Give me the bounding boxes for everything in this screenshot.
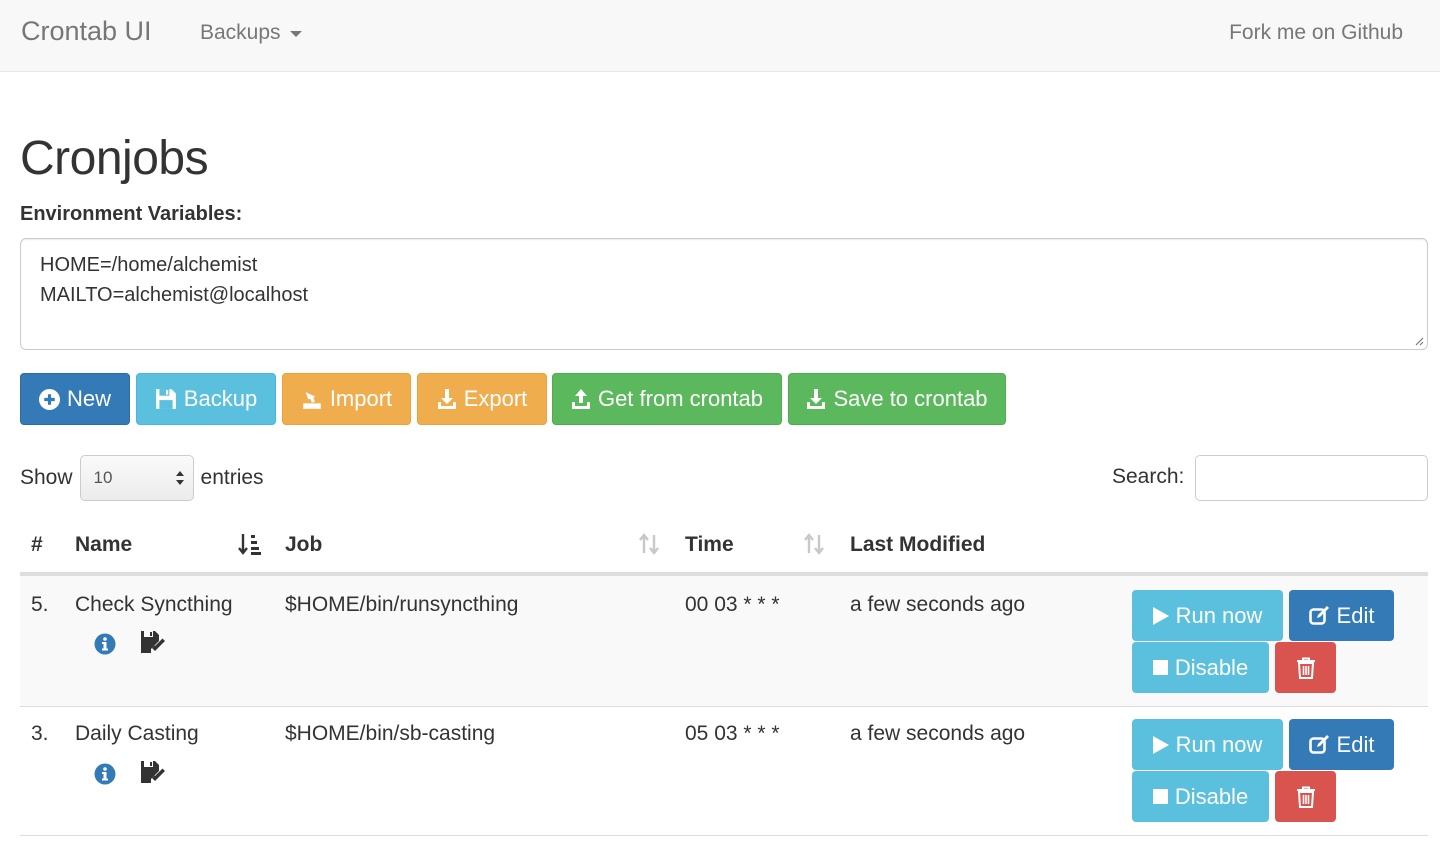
trash-icon [1296, 657, 1315, 679]
get-from-crontab-label: Get from crontab [597, 386, 764, 411]
export-button[interactable]: Export [417, 373, 547, 425]
entries-select-value: 10 [93, 468, 113, 487]
download-icon [437, 389, 456, 409]
search-input[interactable] [1195, 455, 1428, 501]
column-header-number: # [31, 533, 43, 556]
run-now-label: Run now [1175, 731, 1263, 757]
entries-label: entries [200, 466, 264, 489]
download-icon [807, 389, 826, 409]
page-title: Cronjobs [20, 132, 209, 185]
search-label: Search: [1112, 465, 1185, 488]
row-time: 05 03 * * * [685, 722, 780, 745]
sort-both-icon[interactable] [638, 532, 660, 556]
row-time: 00 03 * * * [685, 593, 780, 616]
backup-button-label: Backup [183, 386, 258, 411]
import-icon [303, 392, 321, 409]
edit-icon [1308, 606, 1329, 625]
upload-icon [571, 389, 590, 409]
run-now-label: Run now [1175, 602, 1263, 628]
brand-link[interactable]: Crontab UI [21, 16, 152, 47]
env-variables-textarea[interactable]: HOME=/home/alchemist MAILTO=alchemist@lo… [20, 238, 1428, 350]
floppy-disk-icon [155, 389, 176, 409]
fork-github-link[interactable]: Fork me on Github [1229, 21, 1403, 45]
edit-button[interactable]: Edit [1289, 590, 1394, 641]
disable-button[interactable]: Disable [1132, 771, 1269, 822]
play-icon [1152, 735, 1169, 754]
save-to-crontab-button[interactable]: Save to crontab [788, 373, 1006, 425]
save-log-icon[interactable] [140, 760, 166, 784]
entries-length-control: Show 10 entries [20, 455, 264, 501]
edit-label: Edit [1336, 602, 1375, 628]
caret-down-icon [289, 31, 302, 37]
column-header-job[interactable]: Job [285, 533, 322, 557]
env-line: HOME=/home/alchemist [40, 254, 258, 276]
resize-grip-icon[interactable] [1414, 336, 1424, 346]
backups-dropdown-label: Backups [200, 21, 281, 44]
row-divider [20, 835, 1428, 836]
save-log-icon[interactable] [140, 630, 166, 654]
row-last-modified: a few seconds ago [850, 593, 1026, 616]
delete-button[interactable] [1275, 771, 1336, 822]
new-button-label: New [66, 386, 111, 411]
run-now-button[interactable]: Run now [1132, 719, 1283, 770]
play-icon [1152, 606, 1169, 625]
import-button[interactable]: Import [282, 373, 411, 425]
info-icon[interactable] [94, 633, 116, 655]
row-job: $HOME/bin/sb-casting [285, 722, 496, 745]
import-button-label: Import [329, 386, 393, 411]
disable-button[interactable]: Disable [1132, 642, 1269, 693]
env-line: MAILTO=alchemist@localhost [40, 284, 308, 306]
trash-icon [1296, 786, 1315, 808]
edit-button[interactable]: Edit [1289, 719, 1394, 770]
backups-dropdown[interactable]: Backups [200, 21, 302, 45]
row-last-modified: a few seconds ago [850, 722, 1026, 745]
row-number: 3. [31, 722, 49, 745]
env-variables-label: Environment Variables: [20, 203, 243, 225]
disable-label: Disable [1174, 654, 1249, 680]
navbar: Crontab UI Backups Fork me on Github [0, 0, 1440, 72]
edit-icon [1308, 735, 1329, 754]
column-header-name[interactable]: Name [75, 533, 132, 557]
column-header-last-modified: Last Modified [850, 533, 986, 556]
plus-circle-icon [38, 388, 60, 410]
row-number: 5. [31, 593, 49, 616]
backup-button[interactable]: Backup [136, 373, 276, 425]
disable-label: Disable [1174, 783, 1249, 809]
row-name: Daily Casting [75, 722, 199, 745]
entries-select[interactable]: 10 [79, 455, 194, 501]
column-header-time[interactable]: Time [685, 533, 734, 557]
select-arrows-icon [175, 471, 184, 485]
export-button-label: Export [463, 386, 528, 411]
run-now-button[interactable]: Run now [1132, 590, 1283, 641]
row-name: Check Syncthing [75, 593, 233, 616]
new-button[interactable]: New [20, 373, 130, 425]
info-icon[interactable] [94, 763, 116, 785]
edit-label: Edit [1336, 731, 1375, 757]
stop-icon [1152, 789, 1168, 804]
get-from-crontab-button[interactable]: Get from crontab [552, 373, 782, 425]
sort-ascending-icon[interactable] [238, 532, 262, 556]
save-to-crontab-label: Save to crontab [833, 386, 988, 411]
sort-both-icon[interactable] [803, 532, 825, 556]
stop-icon [1152, 660, 1168, 675]
delete-button[interactable] [1275, 642, 1336, 693]
show-label: Show [20, 466, 73, 489]
row-job: $HOME/bin/runsyncthing [285, 593, 519, 616]
